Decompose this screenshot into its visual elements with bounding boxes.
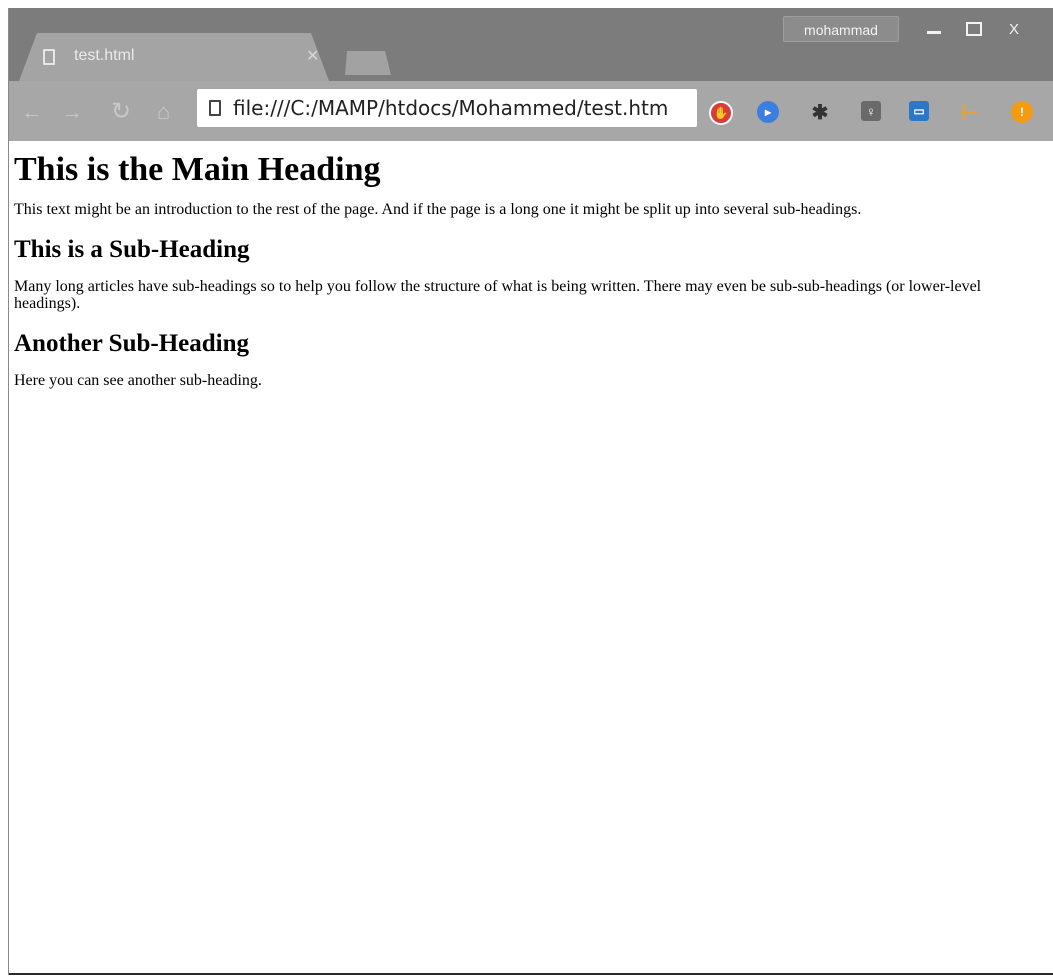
title-bar: test.html ✕ mohammad X (9, 8, 1053, 88)
sub-heading-2: Another Sub-Heading (14, 330, 250, 357)
page-content: This is the Main Heading This text might… (9, 141, 1053, 973)
warning-icon[interactable]: ! (1011, 101, 1033, 123)
gear-icon[interactable]: ✱ (809, 101, 831, 124)
toolbar: ← → ↻ ⌂ file:///C:/MAMP/htdocs/Mohammed/… (9, 81, 1053, 141)
tab-close-icon[interactable]: ✕ (306, 46, 319, 66)
stop-sign-icon[interactable]: ✋ (709, 101, 733, 125)
minimize-icon (927, 30, 941, 34)
save-icon[interactable]: ▭ (909, 101, 929, 121)
forward-button[interactable]: → (61, 99, 83, 125)
back-button[interactable]: ← (21, 99, 43, 125)
minimize-button[interactable] (914, 16, 954, 42)
sub-heading-2-paragraph: Here you can see another sub-heading. (14, 372, 262, 389)
page-icon (43, 49, 55, 65)
address-bar[interactable]: file:///C:/MAMP/htdocs/Mohammed/test.htm (197, 89, 697, 127)
reload-button[interactable]: ↻ (111, 97, 131, 126)
tool-icon[interactable]: ⊢ (959, 101, 981, 124)
maximize-icon (966, 22, 982, 36)
tab-test-html[interactable]: test.html ✕ (19, 33, 329, 81)
close-window-button[interactable]: X (994, 16, 1034, 42)
page-icon (209, 100, 221, 116)
browser-window: test.html ✕ mohammad X ← → ↻ ⌂ file:///C… (8, 8, 1053, 975)
window-controls: X (914, 16, 1034, 42)
sub-heading-1: This is a Sub-Heading (14, 236, 250, 263)
sub-heading-1-paragraph: Many long articles have sub-headings so … (14, 278, 982, 312)
address-url: file:///C:/MAMP/htdocs/Mohammed/test.htm (233, 96, 669, 120)
new-tab-button[interactable] (345, 51, 391, 75)
home-button[interactable]: ⌂ (157, 99, 170, 125)
video-icon[interactable]: ▸ (757, 101, 779, 123)
tab-title: test.html (74, 47, 135, 64)
intro-paragraph: This text might be an introduction to th… (14, 201, 862, 218)
lightbulb-icon[interactable]: ♀ (861, 101, 881, 121)
maximize-button[interactable] (954, 16, 994, 42)
main-heading: This is the Main Heading (14, 151, 381, 188)
profile-button[interactable]: mohammad (783, 16, 899, 42)
window-bottom-border (9, 973, 1053, 975)
